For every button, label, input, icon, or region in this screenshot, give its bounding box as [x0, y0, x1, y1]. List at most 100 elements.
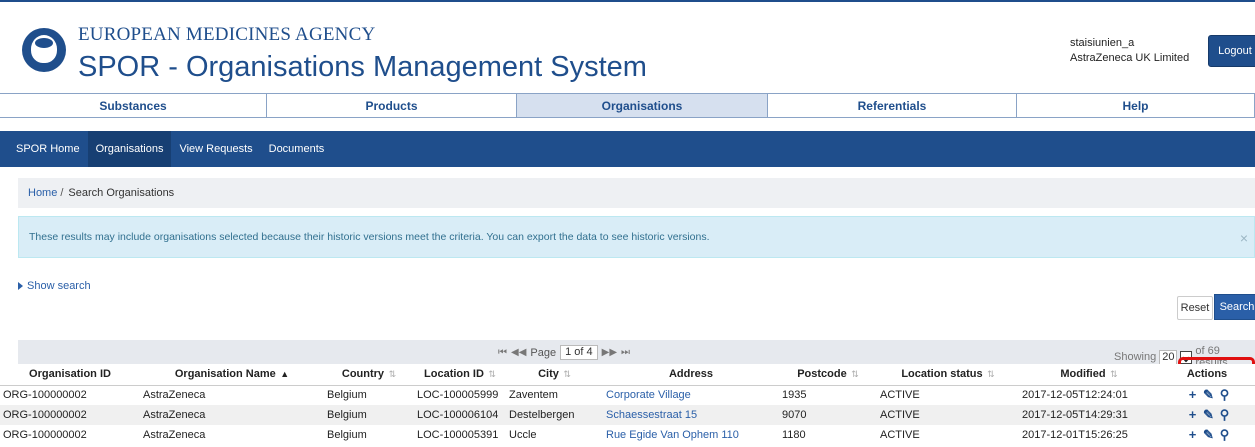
table-cell: Destelbergen [506, 405, 603, 425]
table-cell: 1935 [782, 389, 807, 402]
row-actions: + ✎ ⚲ [1159, 425, 1255, 445]
page-size-select[interactable]: 20 [1159, 349, 1178, 365]
search-icon[interactable]: ⚲ [1219, 387, 1231, 403]
sub-nav-item-documents[interactable]: Documents [261, 131, 333, 167]
column-header-organisation-name[interactable]: Organisation Name ▲ [140, 364, 324, 386]
sort-icon: ⇅ [485, 369, 496, 380]
search-icon[interactable]: ⚲ [1219, 427, 1231, 443]
add-icon[interactable]: + [1187, 427, 1199, 443]
pagination-bar: ⏮ ◀◀ Page 1 of 4 ▶▶ ⏭ Showing 20 of 69 r… [18, 340, 1255, 369]
address-link[interactable]: Rue Egide Van Ophem 110 [603, 425, 779, 445]
edit-icon[interactable]: ✎ [1203, 387, 1215, 403]
table-cell: ORG-100000002 [3, 389, 87, 402]
sub-navigation: SPOR Home Organisations View Requests Docum… [0, 131, 1255, 167]
column-header-country[interactable]: Country ⇅ [324, 364, 414, 386]
last-page-icon[interactable]: ⏭ [621, 347, 630, 358]
table-cell: 2017-12-05T14:29:31 [1019, 405, 1159, 425]
table-cell: LOC-100005391 [417, 429, 499, 441]
column-header-location-status[interactable]: Location status ⇅ [877, 364, 1019, 386]
table-cell: LOC-100006104 [414, 405, 506, 425]
user-organisation: AstraZeneca UK Limited [1070, 52, 1190, 64]
table-row[interactable]: ORG-100000002 AstraZeneca Belgium LOC-10000… [0, 405, 1255, 425]
column-header-label: Country [341, 368, 385, 381]
main-navigation: Substances Products Organisations Referenti… [0, 93, 1255, 118]
nav-item-help[interactable]: Help [1017, 94, 1255, 117]
system-title: SPOR - Organisations Management System [78, 51, 647, 83]
page-input[interactable]: 1 of 4 [560, 345, 598, 360]
show-search-toggle[interactable]: Show search [18, 280, 91, 292]
table-cell: AstraZeneca [143, 429, 206, 441]
close-icon[interactable]: × [1240, 230, 1248, 246]
logout-button[interactable]: Logout [1208, 35, 1255, 67]
table-body: ORG-100000002 AstraZeneca Belgium LOC-10000… [0, 385, 1255, 445]
column-header-organisation-id[interactable]: Organisation ID [0, 364, 140, 386]
row-actions: + ✎ ⚲ [1159, 405, 1255, 425]
table-cell: ACTIVE [877, 405, 1019, 425]
column-header-label: Location status [901, 368, 983, 381]
show-search-label: Show search [27, 280, 91, 292]
column-header-label: Address [668, 368, 714, 381]
breadcrumb-home-link[interactable]: Home [28, 187, 57, 199]
sort-icon: ⇅ [984, 369, 995, 380]
column-header-postcode[interactable]: Postcode ⇅ [779, 364, 877, 386]
table-cell: Belgium [327, 429, 367, 441]
column-header-label: Postcode [797, 368, 847, 381]
table-cell: ORG-100000002 [0, 405, 140, 425]
address-link[interactable]: Schaessestraat 15 [603, 405, 779, 425]
sub-nav-item-view-requests[interactable]: View Requests [171, 131, 260, 167]
search-button[interactable]: Search [1214, 294, 1255, 320]
table-cell: ORG-100000002 [3, 429, 87, 441]
user-name: staisiunien_a [1070, 37, 1135, 49]
previous-page-icon[interactable]: ◀◀ [511, 347, 526, 358]
first-page-icon[interactable]: ⏮ [498, 347, 507, 358]
sub-nav-item-spor-home[interactable]: SPOR Home [8, 131, 88, 167]
column-header-label: City [538, 368, 559, 381]
table-cell: 2017-12-05T12:24:01 [1022, 389, 1128, 402]
row-actions: + ✎ ⚲ [1159, 385, 1255, 405]
table-cell: Belgium [327, 389, 367, 402]
table-row[interactable]: ORG-100000002 AstraZeneca Belgium LOC-10000… [0, 425, 1255, 445]
breadcrumb: Home / Search Organisations [18, 178, 1255, 208]
column-header-location-id[interactable]: Location ID ⇅ [414, 364, 506, 386]
pager: ⏮ ◀◀ Page 1 of 4 ▶▶ ⏭ [498, 345, 630, 360]
showing-label: Showing [1114, 351, 1157, 363]
column-header-address[interactable]: Address [603, 364, 779, 386]
table-cell: Belgium [324, 405, 414, 425]
table-cell: 1180 [782, 429, 806, 441]
table-cell: AstraZeneca [143, 389, 206, 402]
edit-icon[interactable]: ✎ [1203, 427, 1215, 443]
search-icon[interactable]: ⚲ [1219, 407, 1231, 423]
table-cell: ACTIVE [880, 389, 920, 402]
column-header-label: Organisation Name [174, 368, 276, 381]
sort-icon: ⇅ [560, 369, 571, 380]
table-cell: Zaventem [509, 389, 558, 402]
address-link[interactable]: Corporate Village [603, 385, 779, 405]
table-header-row: Organisation ID Organisation Name ▲ Countr… [0, 364, 1255, 386]
table-cell: AstraZeneca [140, 405, 324, 425]
table-row[interactable]: ORG-100000002 AstraZeneca Belgium LOC-10000… [0, 385, 1255, 405]
nav-item-referentials[interactable]: Referentials [768, 94, 1017, 117]
breadcrumb-current: Search Organisations [68, 187, 175, 199]
sort-icon: ⇅ [1107, 369, 1118, 380]
column-header-label: Modified [1060, 368, 1106, 381]
nav-item-substances[interactable]: Substances [0, 94, 267, 117]
nav-item-organisations[interactable]: Organisations [517, 94, 768, 117]
caret-right-icon [18, 282, 23, 290]
sub-nav-item-organisations[interactable]: Organisations [87, 131, 172, 167]
column-header-city[interactable]: City ⇅ [506, 364, 603, 386]
nav-item-products[interactable]: Products [267, 94, 517, 117]
add-icon[interactable]: + [1187, 387, 1199, 403]
column-header-modified[interactable]: Modified ⇅ [1019, 364, 1159, 386]
sort-icon: ⇅ [386, 369, 397, 380]
column-header-label: Location ID [424, 368, 484, 381]
table-cell: 9070 [779, 405, 877, 425]
page-label: Page [530, 346, 557, 359]
ema-logo-icon [22, 28, 66, 72]
column-header-label: Actions [1186, 368, 1228, 381]
table-cell: ACTIVE [880, 429, 920, 441]
edit-icon[interactable]: ✎ [1203, 407, 1215, 423]
add-icon[interactable]: + [1187, 407, 1199, 423]
next-page-icon[interactable]: ▶▶ [602, 347, 617, 358]
column-header-actions[interactable]: Actions [1159, 364, 1255, 386]
reset-button[interactable]: Reset [1177, 296, 1213, 320]
